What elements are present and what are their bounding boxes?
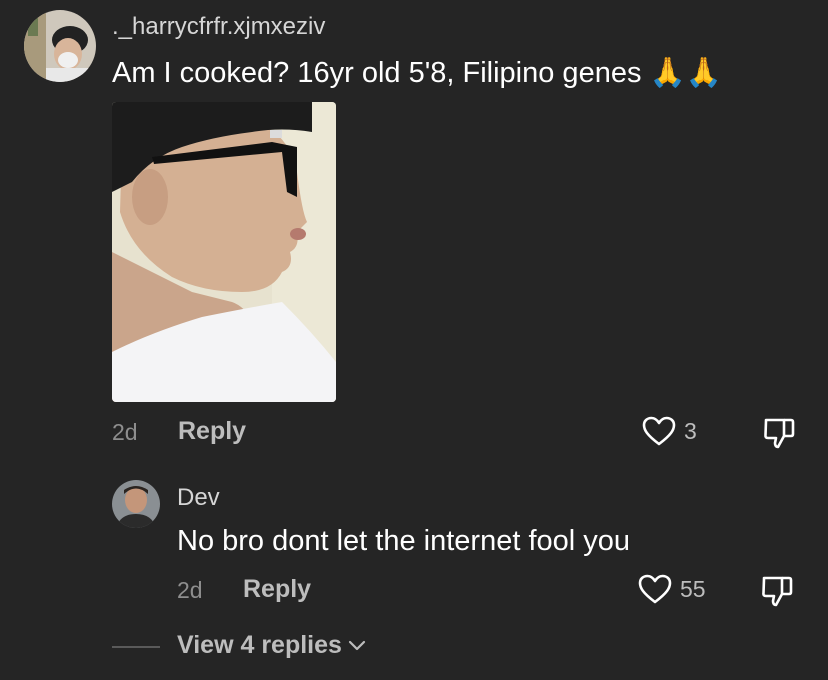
- comment-thread: ._harrycfrfr.xjmxeziv Am I cooked? 16yr …: [0, 0, 828, 680]
- reply-timestamp: 2d: [177, 577, 203, 603]
- thumbs-down-outline-icon: [762, 576, 793, 607]
- reply-reply-button[interactable]: Reply: [243, 575, 311, 604]
- heart-outline-icon: [638, 574, 672, 604]
- heart-outline-icon: [642, 416, 676, 446]
- avatar-image: [112, 480, 160, 528]
- comment-reply-button[interactable]: Reply: [178, 417, 246, 446]
- reply-dislike-button[interactable]: [760, 574, 794, 608]
- comment-text: Am I cooked? 16yr old 5'8, Filipino gene…: [112, 57, 642, 89]
- reply-username[interactable]: Dev: [177, 484, 220, 512]
- avatar-image: [24, 10, 96, 82]
- comment-dislike-button[interactable]: [762, 416, 796, 450]
- commenter-username[interactable]: ._harrycfrfr.xjmxeziv: [112, 13, 325, 41]
- comment-like-button[interactable]: 3: [642, 416, 697, 446]
- comment-timestamp: 2d: [112, 419, 138, 445]
- comment-body: Am I cooked? 16yr old 5'8, Filipino gene…: [112, 56, 722, 90]
- commenter-avatar[interactable]: [24, 10, 96, 82]
- view-replies-label: View 4 replies: [177, 631, 342, 659]
- reply-text: No bro dont let the internet fool you: [177, 525, 631, 557]
- view-replies-button[interactable]: View 4 replies: [177, 631, 366, 660]
- comment-like-count: 3: [684, 417, 697, 444]
- pray-emoji: 🙏🙏: [649, 57, 722, 89]
- reply-like-button[interactable]: 55: [638, 574, 706, 604]
- reply-like-count: 55: [680, 575, 706, 602]
- thumbs-down-outline-icon: [764, 418, 795, 449]
- replies-divider: [112, 646, 160, 648]
- photo-image: [112, 102, 336, 402]
- reply-avatar[interactable]: [112, 480, 160, 528]
- comment-photo[interactable]: [112, 102, 336, 402]
- chevron-down-icon: [348, 640, 366, 650]
